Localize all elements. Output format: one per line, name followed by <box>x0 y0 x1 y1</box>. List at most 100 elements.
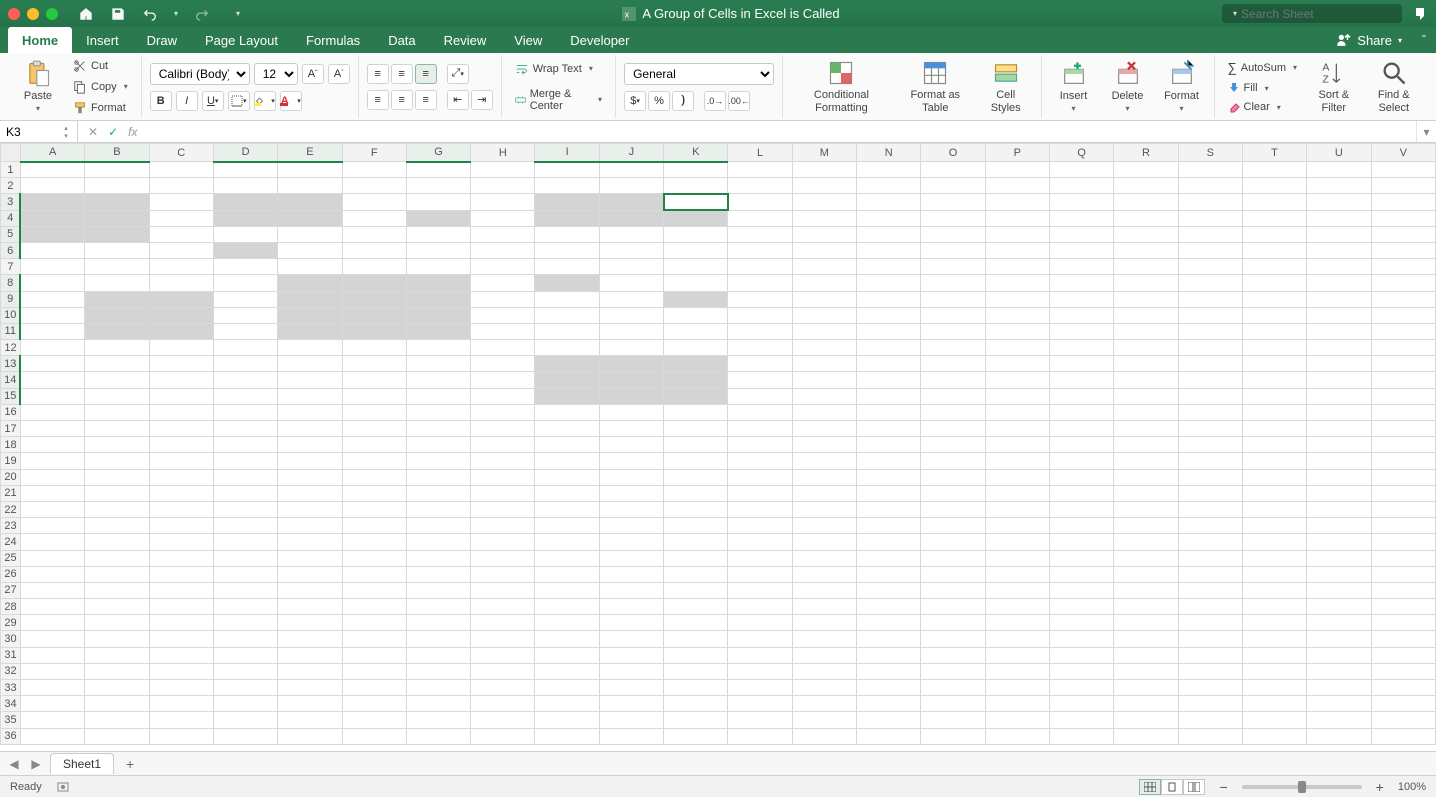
cell-D31[interactable] <box>213 647 277 663</box>
cell-J13[interactable] <box>599 356 663 372</box>
cell-O21[interactable] <box>921 485 985 501</box>
cell-F29[interactable] <box>342 615 406 631</box>
cell-V18[interactable] <box>1371 437 1435 453</box>
delete-cells-button[interactable]: Delete▾ <box>1104 58 1152 115</box>
cell-M23[interactable] <box>792 518 856 534</box>
cell-I21[interactable] <box>535 485 599 501</box>
cell-F31[interactable] <box>342 647 406 663</box>
row-header-33[interactable]: 33 <box>1 680 21 696</box>
zoom-slider[interactable] <box>1242 785 1362 789</box>
cell-F1[interactable] <box>342 162 406 178</box>
cell-M36[interactable] <box>792 728 856 744</box>
cell-S28[interactable] <box>1178 599 1242 615</box>
cell-E27[interactable] <box>278 582 342 598</box>
cell-S3[interactable] <box>1178 194 1242 210</box>
cell-Q7[interactable] <box>1049 259 1113 275</box>
cell-I12[interactable] <box>535 340 599 356</box>
cell-S33[interactable] <box>1178 680 1242 696</box>
search-sheet-input[interactable] <box>1241 7 1396 21</box>
cell-C35[interactable] <box>149 712 213 728</box>
cell-P34[interactable] <box>985 696 1049 712</box>
cell-S24[interactable] <box>1178 534 1242 550</box>
cell-M16[interactable] <box>792 404 856 420</box>
clear-button[interactable]: Clear <box>1223 99 1303 115</box>
cell-E6[interactable] <box>278 242 342 258</box>
cell-G5[interactable] <box>406 226 470 242</box>
cell-U2[interactable] <box>1307 178 1371 194</box>
cell-J25[interactable] <box>599 550 663 566</box>
cell-J31[interactable] <box>599 647 663 663</box>
col-header-E[interactable]: E <box>278 144 342 162</box>
cell-U6[interactable] <box>1307 242 1371 258</box>
cell-A22[interactable] <box>20 501 84 517</box>
cell-V30[interactable] <box>1371 631 1435 647</box>
cell-R14[interactable] <box>1114 372 1178 388</box>
cell-J17[interactable] <box>599 421 663 437</box>
cell-S22[interactable] <box>1178 501 1242 517</box>
cell-M4[interactable] <box>792 210 856 226</box>
cell-D29[interactable] <box>213 615 277 631</box>
cell-A8[interactable] <box>20 275 84 291</box>
cell-K8[interactable] <box>664 275 728 291</box>
cell-C34[interactable] <box>149 696 213 712</box>
cell-K13[interactable] <box>664 356 728 372</box>
cell-K11[interactable] <box>664 323 728 339</box>
cell-Q24[interactable] <box>1049 534 1113 550</box>
cell-A3[interactable] <box>20 194 84 210</box>
cell-L13[interactable] <box>728 356 792 372</box>
cell-I32[interactable] <box>535 663 599 679</box>
col-header-D[interactable]: D <box>213 144 277 162</box>
cell-G18[interactable] <box>406 437 470 453</box>
cell-U3[interactable] <box>1307 194 1371 210</box>
cell-C31[interactable] <box>149 647 213 663</box>
cell-C33[interactable] <box>149 680 213 696</box>
cell-I8[interactable] <box>535 275 599 291</box>
cell-R33[interactable] <box>1114 680 1178 696</box>
cell-O8[interactable] <box>921 275 985 291</box>
cell-C14[interactable] <box>149 372 213 388</box>
cell-S6[interactable] <box>1178 242 1242 258</box>
cell-C23[interactable] <box>149 518 213 534</box>
cell-R28[interactable] <box>1114 599 1178 615</box>
cell-K26[interactable] <box>664 566 728 582</box>
cell-U21[interactable] <box>1307 485 1371 501</box>
view-normal-button[interactable] <box>1139 779 1161 795</box>
cell-I5[interactable] <box>535 226 599 242</box>
cell-A13[interactable] <box>20 356 84 372</box>
cell-L3[interactable] <box>728 194 792 210</box>
cell-V28[interactable] <box>1371 599 1435 615</box>
underline-button[interactable]: U▾ <box>202 91 224 111</box>
cell-P18[interactable] <box>985 437 1049 453</box>
cell-L24[interactable] <box>728 534 792 550</box>
cell-Q5[interactable] <box>1049 226 1113 242</box>
search-sheet-box[interactable]: ▾ <box>1222 4 1402 23</box>
cell-N5[interactable] <box>857 226 921 242</box>
cell-L6[interactable] <box>728 242 792 258</box>
cell-F13[interactable] <box>342 356 406 372</box>
cell-L10[interactable] <box>728 307 792 323</box>
cell-A30[interactable] <box>20 631 84 647</box>
cell-L16[interactable] <box>728 404 792 420</box>
row-header-23[interactable]: 23 <box>1 518 21 534</box>
tab-developer[interactable]: Developer <box>556 27 643 53</box>
cell-G16[interactable] <box>406 404 470 420</box>
cell-L9[interactable] <box>728 291 792 307</box>
cell-V7[interactable] <box>1371 259 1435 275</box>
cell-T27[interactable] <box>1242 582 1306 598</box>
cell-I13[interactable] <box>535 356 599 372</box>
cell-E16[interactable] <box>278 404 342 420</box>
cell-B2[interactable] <box>85 178 149 194</box>
cell-P14[interactable] <box>985 372 1049 388</box>
cell-L34[interactable] <box>728 696 792 712</box>
cell-Q35[interactable] <box>1049 712 1113 728</box>
row-header-1[interactable]: 1 <box>1 162 21 178</box>
col-header-U[interactable]: U <box>1307 144 1371 162</box>
row-header-28[interactable]: 28 <box>1 599 21 615</box>
cell-J29[interactable] <box>599 615 663 631</box>
tab-draw[interactable]: Draw <box>133 27 191 53</box>
cell-U15[interactable] <box>1307 388 1371 404</box>
cell-T20[interactable] <box>1242 469 1306 485</box>
cell-J34[interactable] <box>599 696 663 712</box>
align-left-button[interactable]: ≡ <box>367 90 389 110</box>
cell-O7[interactable] <box>921 259 985 275</box>
